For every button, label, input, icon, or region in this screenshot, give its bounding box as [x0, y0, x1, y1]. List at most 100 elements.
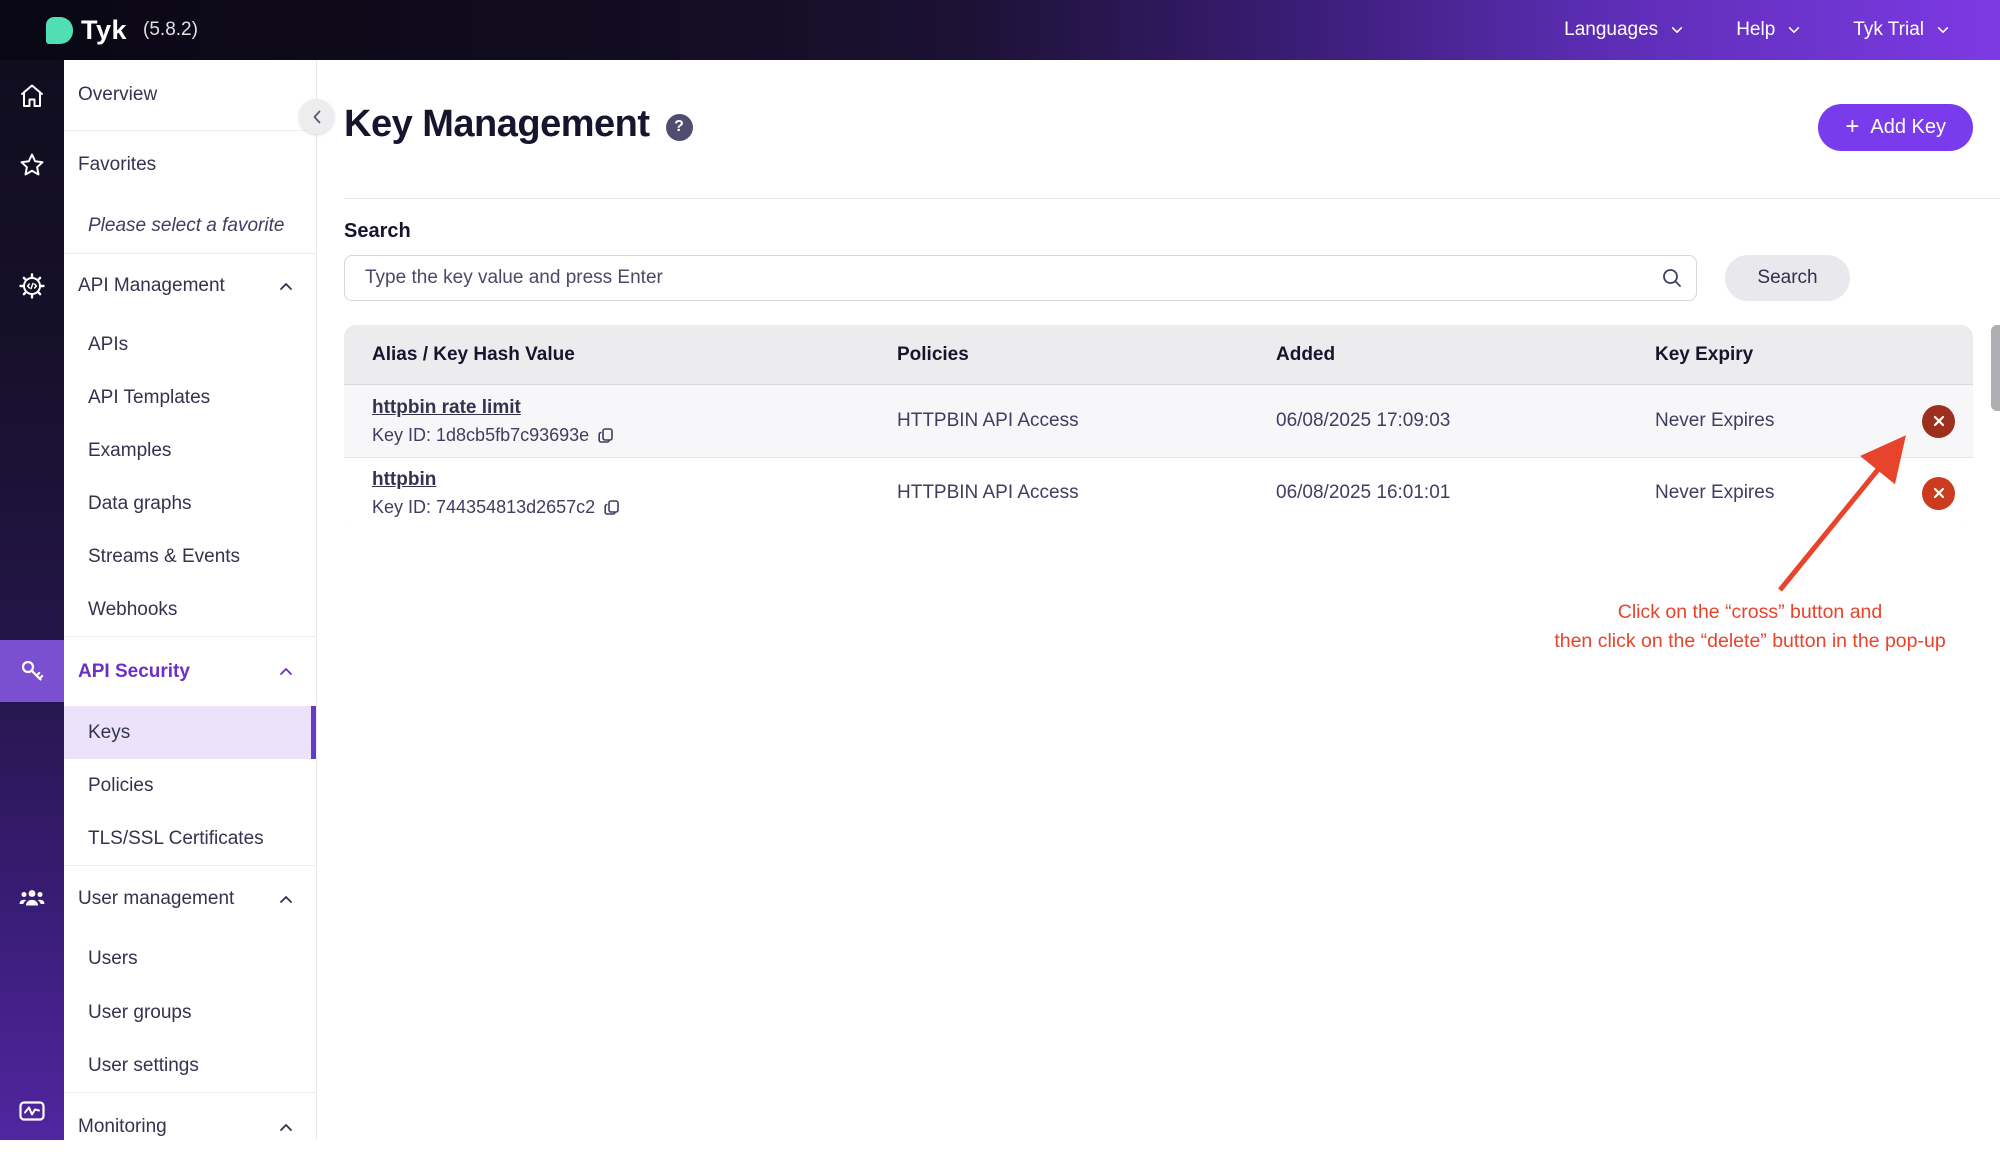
- icon-rail: [0, 60, 64, 1140]
- sidebar-item-label: Webhooks: [88, 599, 177, 621]
- sidebar-item-policies[interactable]: Policies: [64, 759, 316, 812]
- languages-label: Languages: [1564, 19, 1658, 41]
- sidebar-collapse-button[interactable]: [299, 99, 334, 134]
- key-alias-link[interactable]: httpbin: [372, 469, 436, 490]
- policy-cell: HTTPBIN API Access: [897, 482, 1276, 504]
- close-icon: [1932, 414, 1946, 428]
- delete-key-cross-button[interactable]: [1922, 477, 1955, 510]
- sidebar-item-label: Favorites: [78, 154, 156, 176]
- topnav: Languages Help Tyk Trial: [1564, 0, 1950, 60]
- key-alias-link[interactable]: httpbin rate limit: [372, 397, 521, 418]
- sidebar: Overview Favorites Please select a favor…: [64, 60, 317, 1140]
- sidebar-item-label: Overview: [78, 84, 157, 106]
- tyk-logo[interactable]: Tyk (5.8.2): [46, 15, 198, 46]
- sidebar-section-label: API Security: [78, 661, 190, 683]
- star-icon[interactable]: [0, 151, 64, 179]
- monitoring-activity-icon[interactable]: [0, 1097, 64, 1125]
- api-gateway-gear-icon[interactable]: [0, 272, 64, 300]
- favorites-placeholder-label: Please select a favorite: [88, 215, 284, 237]
- sidebar-section-monitoring[interactable]: Monitoring: [64, 1093, 316, 1161]
- copy-icon[interactable]: [597, 426, 616, 445]
- sidebar-item-user-groups[interactable]: User groups: [64, 986, 316, 1039]
- sidebar-item-examples[interactable]: Examples: [64, 424, 316, 477]
- help-glyph: ?: [674, 118, 684, 136]
- sidebar-header-favorites[interactable]: Favorites: [64, 131, 316, 198]
- annotation-text: Click on the “cross” button and then cli…: [1480, 598, 2000, 656]
- sidebar-item-label: User settings: [88, 1055, 199, 1077]
- sidebar-item-api-templates[interactable]: API Templates: [64, 371, 316, 424]
- sidebar-item-users[interactable]: Users: [64, 932, 316, 986]
- help-menu[interactable]: Help: [1736, 19, 1801, 41]
- sidebar-section-label: User management: [78, 888, 234, 910]
- copy-icon[interactable]: [603, 498, 622, 517]
- page-title: Key Management: [344, 103, 650, 146]
- chevron-up-icon: [278, 666, 294, 677]
- favorites-placeholder: Please select a favorite: [64, 198, 316, 254]
- key-id-label: Key ID: 744354813d2657c2: [372, 497, 595, 518]
- close-icon: [1932, 486, 1946, 500]
- add-key-button[interactable]: + Add Key: [1818, 104, 1973, 151]
- sidebar-item-label: TLS/SSL Certificates: [88, 828, 264, 850]
- sidebar-item-label: API Templates: [88, 387, 210, 409]
- sidebar-item-webhooks[interactable]: Webhooks: [64, 583, 316, 637]
- chevron-up-icon: [278, 894, 294, 905]
- policy-cell: HTTPBIN API Access: [897, 410, 1276, 432]
- user-management-users-icon[interactable]: [0, 884, 64, 912]
- sidebar-section-api-management[interactable]: API Management: [64, 254, 316, 318]
- sidebar-section-user-management[interactable]: User management: [64, 866, 316, 932]
- tyk-logo-icon: [46, 17, 73, 44]
- search-label: Search: [344, 220, 411, 243]
- added-cell: 06/08/2025 16:01:01: [1276, 482, 1655, 504]
- sidebar-item-label: Users: [88, 948, 138, 970]
- sidebar-item-streams-events[interactable]: Streams & Events: [64, 530, 316, 583]
- chevron-down-icon: [1787, 23, 1801, 37]
- help-label: Help: [1736, 19, 1775, 41]
- search-icon: [1661, 267, 1683, 289]
- sidebar-item-tls-ssl-certificates[interactable]: TLS/SSL Certificates: [64, 812, 316, 866]
- sidebar-item-label: Streams & Events: [88, 546, 240, 568]
- tyk-logo-text: Tyk: [81, 15, 127, 46]
- sidebar-item-user-settings[interactable]: User settings: [64, 1039, 316, 1093]
- search-input-wrap: [344, 255, 1697, 301]
- top-bar: Tyk (5.8.2) Languages Help Tyk Trial: [0, 0, 2000, 60]
- chevron-left-icon: [310, 108, 324, 126]
- sidebar-item-apis[interactable]: APIs: [64, 318, 316, 371]
- api-security-key-icon[interactable]: [0, 657, 64, 685]
- search-button[interactable]: Search: [1725, 255, 1850, 301]
- sidebar-section-label: API Management: [78, 275, 225, 297]
- main-content: Key Management ? + Add Key Search Search…: [317, 60, 2000, 1140]
- sidebar-item-data-graphs[interactable]: Data graphs: [64, 477, 316, 530]
- added-cell: 06/08/2025 17:09:03: [1276, 410, 1655, 432]
- sidebar-item-label: Keys: [88, 722, 130, 744]
- sidebar-item-keys[interactable]: Keys: [64, 706, 316, 759]
- search-input[interactable]: [344, 255, 1697, 301]
- delete-key-cross-button[interactable]: [1922, 405, 1955, 438]
- sidebar-item-overview[interactable]: Overview: [64, 60, 316, 131]
- table-row: httpbin Key ID: 744354813d2657c2 HTTPBIN…: [344, 458, 1973, 528]
- keys-table: Alias / Key Hash Value Policies Added Ke…: [344, 325, 1973, 528]
- home-icon[interactable]: [0, 82, 64, 110]
- table-header-row: Alias / Key Hash Value Policies Added Ke…: [344, 325, 1973, 385]
- column-header-policies: Policies: [897, 344, 1276, 366]
- column-header-key-expiry: Key Expiry: [1655, 344, 1895, 366]
- account-menu[interactable]: Tyk Trial: [1853, 19, 1950, 41]
- table-row: httpbin rate limit Key ID: 1d8cb5fb7c936…: [344, 385, 1973, 458]
- help-question-icon[interactable]: ?: [666, 114, 693, 141]
- expiry-cell: Never Expires: [1655, 482, 1895, 504]
- annotation-line-2: then click on the “delete” button in the…: [1480, 627, 2000, 656]
- plus-icon: +: [1845, 115, 1859, 139]
- chevron-down-icon: [1936, 23, 1950, 37]
- chevron-up-icon: [278, 281, 294, 292]
- sidebar-item-label: User groups: [88, 1002, 192, 1024]
- sidebar-item-label: Examples: [88, 440, 171, 462]
- sidebar-section-label: Monitoring: [78, 1116, 167, 1138]
- account-label: Tyk Trial: [1853, 19, 1924, 41]
- add-key-label: Add Key: [1870, 116, 1946, 139]
- vertical-scrollbar-thumb[interactable]: [1991, 325, 2000, 411]
- key-id-label: Key ID: 1d8cb5fb7c93693e: [372, 425, 589, 446]
- sidebar-item-label: Policies: [88, 775, 153, 797]
- languages-menu[interactable]: Languages: [1564, 19, 1684, 41]
- column-header-added: Added: [1276, 344, 1655, 366]
- sidebar-section-api-security[interactable]: API Security: [64, 637, 316, 706]
- chevron-up-icon: [278, 1122, 294, 1133]
